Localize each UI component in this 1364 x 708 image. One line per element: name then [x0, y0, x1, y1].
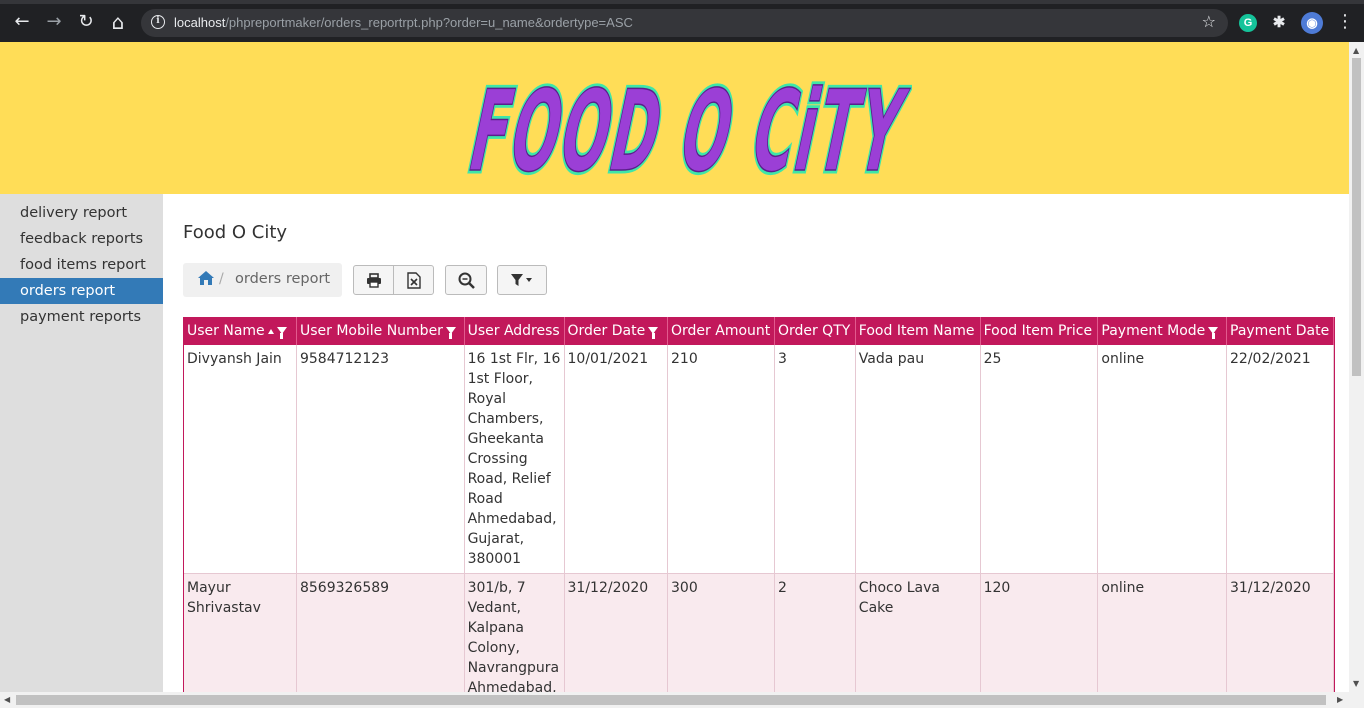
table-row[interactable]: Mayur Shrivastav 8569326589 301/b, 7 Ved…: [184, 573, 1334, 697]
back-icon[interactable]: ←: [11, 11, 33, 33]
table-cell: 25: [980, 345, 1099, 574]
food-o-city-logo: FOOD O CiTY FOOD O CiTY: [462, 63, 912, 190]
browser-menu-icon[interactable]: ⋮: [1334, 11, 1356, 33]
filter-icon: [511, 274, 532, 286]
reload-icon[interactable]: ↻: [75, 11, 97, 33]
url-path: /phpreportmaker/orders_reportrpt.php?ord…: [225, 15, 633, 30]
table-cell: 10/01/2021: [564, 345, 668, 574]
table-cell: 301/b, 7 Vedant, Kalpana Colony, Navrang…: [464, 573, 565, 697]
orders-table: User Name User Mobile Number User Addres…: [184, 317, 1334, 697]
table-cell: Mayur Shrivastav: [184, 573, 297, 697]
filter-icon[interactable]: [276, 327, 287, 339]
profile-avatar-icon[interactable]: ◉: [1301, 12, 1323, 34]
column-header-label: User Address: [467, 323, 560, 339]
table-cell: 3: [774, 345, 856, 574]
filter-icon[interactable]: [445, 327, 456, 339]
grammarly-icon[interactable]: G: [1239, 14, 1257, 32]
sidebar-item-payment-reports[interactable]: payment reports: [0, 304, 163, 330]
column-header-label: Order Date: [567, 323, 646, 339]
column-header-label: User Mobile Number: [299, 323, 443, 339]
table-cell: 210: [667, 345, 775, 574]
column-header-label: Payment Mode: [1101, 323, 1206, 339]
column-header-label: User Name: [187, 323, 265, 339]
table-cell: 16 1st Flr, 16 1st Floor, Royal Chambers…: [464, 345, 565, 574]
site-banner: FOOD O CiTY FOOD O CiTY: [0, 42, 1349, 194]
sidebar-item-food-items-report[interactable]: food items report: [0, 252, 163, 278]
column-header-label: Food Item Price: [983, 323, 1093, 339]
table-cell: 8569326589: [296, 573, 465, 697]
logo-fill-text: FOOD O CiTY: [462, 66, 912, 190]
scroll-up-arrow-icon[interactable]: ▲: [1353, 46, 1359, 55]
sidebar-item-feedback-reports[interactable]: feedback reports: [0, 226, 163, 252]
url-text[interactable]: localhost/phpreportmaker/orders_reportrp…: [174, 15, 633, 30]
filter-icon[interactable]: [648, 327, 659, 339]
sort-asc-icon[interactable]: [267, 329, 274, 334]
address-bar[interactable]: i localhost/phpreportmaker/orders_report…: [141, 9, 1228, 37]
column-header-payment-date[interactable]: Payment Date: [1226, 317, 1334, 345]
orders-table-container: User Name User Mobile Number User Addres…: [183, 317, 1335, 697]
home-icon[interactable]: ⌂: [107, 11, 129, 33]
breadcrumb-current: orders report: [235, 271, 331, 287]
table-cell: 9584712123: [296, 345, 465, 574]
browser-toolbar: ← → ↻ ⌂ i localhost/phpreportmaker/order…: [0, 0, 1364, 42]
horizontal-scrollbar[interactable]: ◀ ▶: [0, 692, 1364, 708]
column-header-order-amount[interactable]: Order Amount: [667, 317, 775, 345]
column-header-payment-mode[interactable]: Payment Mode: [1097, 317, 1227, 345]
scroll-right-arrow-icon[interactable]: ▶: [1337, 695, 1343, 704]
main-content: Food O City / orders report User Name Us…: [163, 194, 1349, 697]
breadcrumb-separator: /: [219, 271, 224, 287]
column-header-order-date[interactable]: Order Date: [564, 317, 668, 345]
column-header-label: Food Item Name: [858, 323, 975, 339]
url-host: localhost: [174, 15, 226, 30]
filter-icon[interactable]: [1208, 327, 1219, 339]
print-button[interactable]: [353, 265, 394, 295]
table-cell: online: [1097, 573, 1227, 697]
home-breadcrumb-icon[interactable]: [197, 270, 215, 290]
column-header-order-qty[interactable]: Order QTY: [774, 317, 856, 345]
excel-icon: [406, 271, 421, 289]
table-cell: 31/12/2020: [564, 573, 668, 697]
export-excel-button[interactable]: [393, 265, 434, 295]
scroll-left-arrow-icon[interactable]: ◀: [4, 695, 10, 704]
column-header-label: Order Amount: [671, 323, 771, 339]
sidebar-item-orders-report[interactable]: orders report: [0, 278, 163, 304]
column-header-food-item-price[interactable]: Food Item Price: [980, 317, 1099, 345]
column-header-food-item-name[interactable]: Food Item Name: [855, 317, 981, 345]
column-header-label: Order QTY: [777, 323, 851, 339]
column-header-user-name[interactable]: User Name: [184, 317, 297, 345]
forward-icon[interactable]: →: [43, 11, 65, 33]
table-cell: 22/02/2021: [1226, 345, 1334, 574]
table-cell: Choco Lava Cake: [855, 573, 981, 697]
column-header-label: Payment Date: [1230, 323, 1330, 339]
search-button[interactable]: [445, 265, 487, 295]
site-info-icon[interactable]: i: [151, 15, 165, 29]
filter-dropdown-button[interactable]: [497, 265, 547, 295]
column-header-user-address[interactable]: User Address: [464, 317, 565, 345]
table-cell: online: [1097, 345, 1227, 574]
table-cell: 31/12/2020: [1226, 573, 1334, 697]
page-title: Food O City: [183, 222, 288, 243]
extensions-icon[interactable]: ✱: [1270, 14, 1288, 32]
vertical-scrollbar[interactable]: ▲ ▼: [1349, 42, 1364, 692]
table-cell: 300: [667, 573, 775, 697]
printer-icon: [366, 272, 381, 288]
bookmark-star-icon[interactable]: ☆: [1202, 12, 1216, 31]
table-cell: 2: [774, 573, 856, 697]
sidebar-item-delivery-report[interactable]: delivery report: [0, 200, 163, 226]
scroll-down-arrow-icon[interactable]: ▼: [1353, 679, 1359, 688]
vertical-scroll-thumb[interactable]: [1352, 58, 1361, 376]
sidebar: delivery report feedback reports food it…: [0, 194, 163, 692]
breadcrumb: / orders report: [183, 263, 342, 297]
table-cell: Vada pau: [855, 345, 981, 574]
horizontal-scroll-thumb[interactable]: [16, 695, 1326, 705]
table-cell: 120: [980, 573, 1099, 697]
table-header-row: User Name User Mobile Number User Addres…: [184, 317, 1334, 345]
zoom-icon: [458, 272, 475, 289]
table-cell: Divyansh Jain: [184, 345, 297, 574]
table-row[interactable]: Divyansh Jain 9584712123 16 1st Flr, 16 …: [184, 345, 1334, 574]
column-header-user-mobile-number[interactable]: User Mobile Number: [296, 317, 465, 345]
